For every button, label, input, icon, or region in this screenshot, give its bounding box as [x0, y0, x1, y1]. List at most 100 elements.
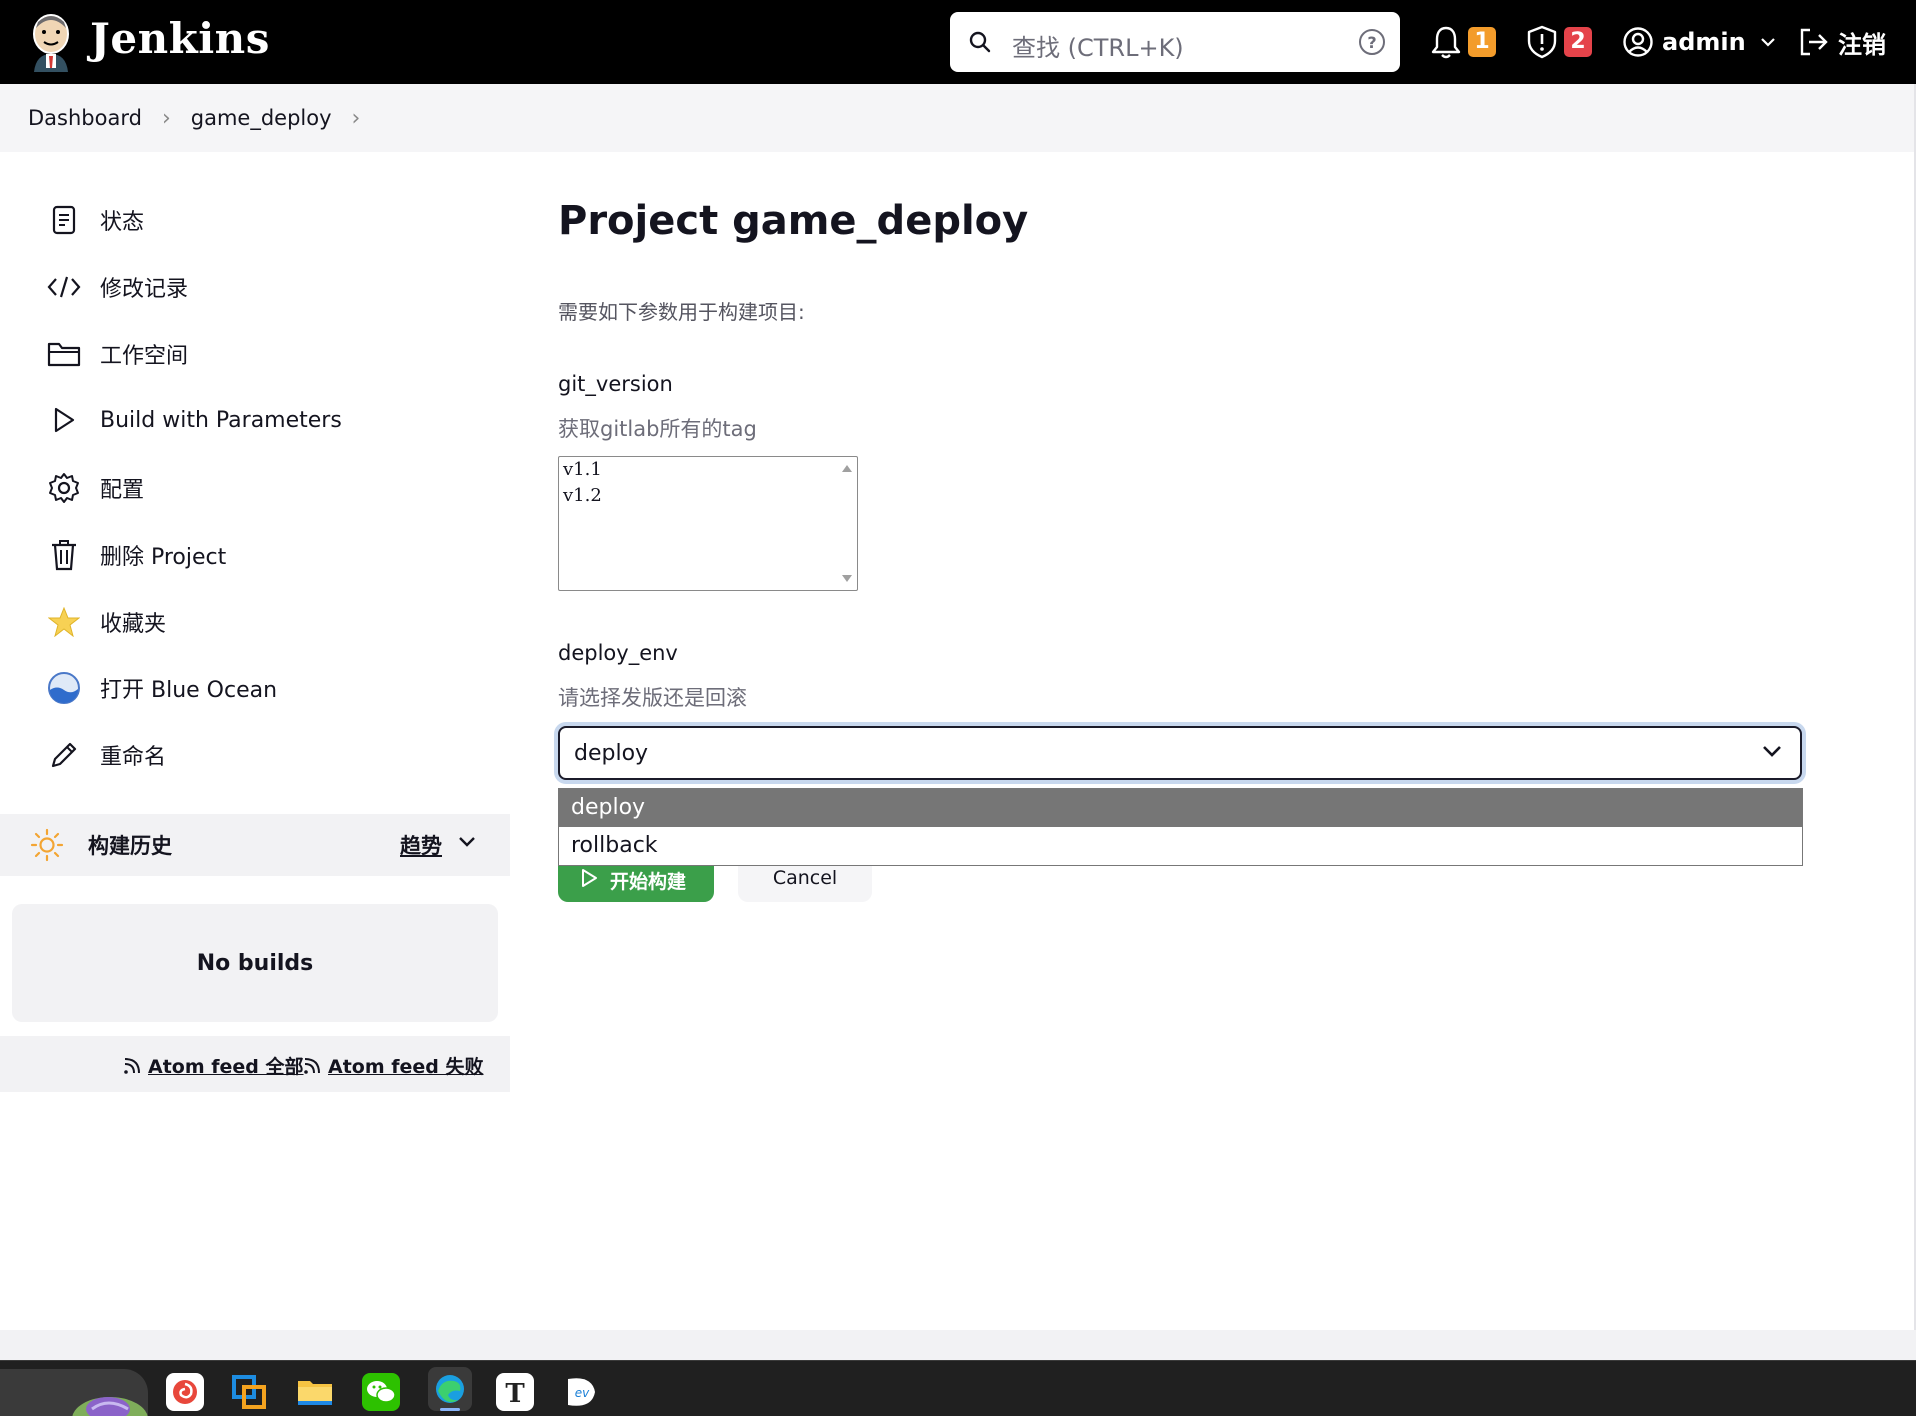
sidebar-item-favorites[interactable]: 收藏夹 — [46, 602, 166, 642]
build-history-title: 构建历史 — [88, 834, 172, 858]
os-taskbar: T ev — [0, 1360, 1916, 1416]
sidebar-item-changes[interactable]: 修改记录 — [46, 267, 188, 307]
cancel-label: Cancel — [772, 867, 838, 889]
sidebar-item-label: 收藏夹 — [100, 612, 167, 637]
security-badge: 2 — [1564, 27, 1592, 57]
chevron-right-icon[interactable]: › — [352, 106, 361, 131]
top-header: Jenkins 查找 (CTRL+K) ? 1 2 admin 注销 — [0, 0, 1916, 84]
user-icon — [1623, 27, 1653, 57]
sidebar-item-build-with-parameters[interactable]: Build with Parameters — [46, 400, 342, 440]
blue-ocean-icon — [46, 670, 82, 706]
atom-feed-all-link[interactable]: Atom feed 全部 — [122, 1052, 304, 1079]
scrollbar[interactable] — [837, 457, 857, 590]
deploy-env-dropdown-menu: deploy rollback — [558, 788, 1803, 866]
taskbar-wechat-icon[interactable] — [362, 1373, 400, 1411]
cancel-button[interactable]: Cancel — [738, 866, 872, 902]
search-icon — [969, 31, 991, 53]
rss-icon — [304, 1057, 320, 1074]
taskbar-file-explorer-icon[interactable] — [296, 1373, 334, 1411]
trend-link[interactable]: 趋势 — [400, 830, 442, 860]
param-name-deploy-env: deploy_env — [558, 641, 678, 665]
widget-art-icon — [72, 1397, 148, 1416]
security-button[interactable]: 2 — [1526, 22, 1592, 62]
chevron-right-icon: › — [161, 105, 171, 131]
breadcrumb-game-deploy[interactable]: game_deploy — [191, 106, 332, 130]
logout-icon — [1800, 28, 1828, 56]
breadcrumb: Dashboard › game_deploy › — [0, 84, 1916, 152]
sun-icon — [30, 828, 64, 862]
chevron-down-icon — [1763, 746, 1781, 757]
sidebar-item-label: 删除 Project — [100, 545, 227, 570]
play-icon — [582, 869, 597, 887]
list-item[interactable]: v1.1 — [563, 459, 602, 480]
sidebar-item-blue-ocean[interactable]: 打开 Blue Ocean — [46, 668, 277, 708]
sidebar-item-label: 配置 — [100, 478, 145, 503]
play-icon — [46, 402, 82, 438]
sidebar-item-label: 工作空间 — [100, 344, 189, 369]
param-name-git-version: git_version — [558, 372, 673, 396]
sidebar-item-label: Build with Parameters — [100, 407, 342, 433]
dropdown-option-rollback[interactable]: rollback — [559, 827, 1802, 865]
taskbar-edge-icon[interactable] — [428, 1367, 472, 1411]
pencil-icon — [46, 737, 82, 773]
sidebar-item-configure[interactable]: 配置 — [46, 468, 144, 508]
deploy-env-selected-value: deploy — [574, 740, 649, 766]
breadcrumb-dashboard[interactable]: Dashboard — [28, 106, 142, 130]
brand-name[interactable]: Jenkins — [90, 14, 270, 63]
list-item[interactable]: v1.2 — [563, 485, 602, 506]
deploy-env-select[interactable]: deploy — [558, 726, 1802, 780]
svg-text:T: T — [505, 1379, 525, 1409]
jenkins-logo-icon[interactable] — [28, 10, 74, 74]
atom-feed-failed-link[interactable]: Atom feed 失败 — [302, 1052, 484, 1079]
taskbar-ev-recorder-icon[interactable]: ev — [562, 1373, 600, 1411]
taskbar-app-snail-icon[interactable] — [166, 1373, 204, 1411]
no-builds-text: No builds — [196, 950, 314, 976]
no-builds-panel: No builds — [12, 904, 498, 1022]
search-placeholder: 查找 (CTRL+K) — [1012, 34, 1184, 62]
atom-feeds: Atom feed 全部 Atom feed 失败 — [0, 1036, 510, 1092]
param-desc-deploy-env: 请选择发版还是回滚 — [558, 686, 747, 710]
sidebar-item-label: 状态 — [100, 210, 145, 235]
rss-icon — [124, 1057, 140, 1074]
notifications-button[interactable]: 1 — [1430, 22, 1496, 62]
param-desc-git-version: 获取gitlab所有的tag — [558, 417, 757, 441]
widgets-thumbnail[interactable] — [0, 1369, 148, 1416]
notepad-icon — [46, 202, 82, 238]
params-intro: 需要如下参数用于构建项目: — [558, 300, 805, 324]
atom-feed-failed-label: Atom feed 失败 — [328, 1056, 484, 1078]
trash-icon — [46, 537, 82, 573]
sidebar-item-workspace[interactable]: 工作空间 — [46, 334, 188, 374]
folder-icon — [46, 336, 82, 372]
taskbar-app-remote-icon[interactable] — [230, 1373, 268, 1411]
user-name: admin — [1662, 28, 1746, 56]
star-icon — [46, 604, 82, 640]
start-build-label: 开始构建 — [610, 871, 687, 893]
chevron-down-icon[interactable] — [458, 836, 476, 848]
taskbar-typora-icon[interactable]: T — [496, 1373, 534, 1411]
git-version-listbox[interactable]: v1.1 v1.2 — [558, 456, 858, 591]
build-history-header: 构建历史 趋势 — [0, 814, 510, 876]
svg-text:?: ? — [1367, 33, 1376, 52]
start-build-button[interactable]: 开始构建 — [558, 866, 714, 902]
notifications-badge: 1 — [1468, 27, 1496, 57]
sidebar-item-label: 打开 Blue Ocean — [100, 678, 278, 703]
atom-feed-all-label: Atom feed 全部 — [148, 1056, 304, 1078]
sidebar-item-label: 修改记录 — [100, 277, 189, 302]
shield-icon — [1527, 25, 1557, 59]
help-icon[interactable]: ? — [1358, 28, 1386, 56]
dropdown-option-deploy[interactable]: deploy — [559, 789, 1802, 827]
code-icon — [46, 269, 82, 305]
logout-button[interactable]: 注销 — [1798, 22, 1886, 62]
sidebar-item-label: 重命名 — [100, 745, 167, 770]
sidebar-item-delete-project[interactable]: 删除 Project — [46, 535, 226, 575]
chevron-down-icon — [1760, 38, 1775, 47]
sidebar-item-status[interactable]: 状态 — [46, 200, 144, 240]
gear-icon — [46, 470, 82, 506]
page-title: Project game_deploy — [558, 198, 1029, 244]
user-menu[interactable]: admin — [1622, 22, 1776, 62]
logout-label: 注销 — [1838, 30, 1886, 59]
page-footer — [0, 1330, 1916, 1360]
search-box[interactable]: 查找 (CTRL+K) ? — [950, 12, 1400, 72]
bell-icon — [1431, 26, 1461, 59]
sidebar-item-rename[interactable]: 重命名 — [46, 735, 166, 775]
